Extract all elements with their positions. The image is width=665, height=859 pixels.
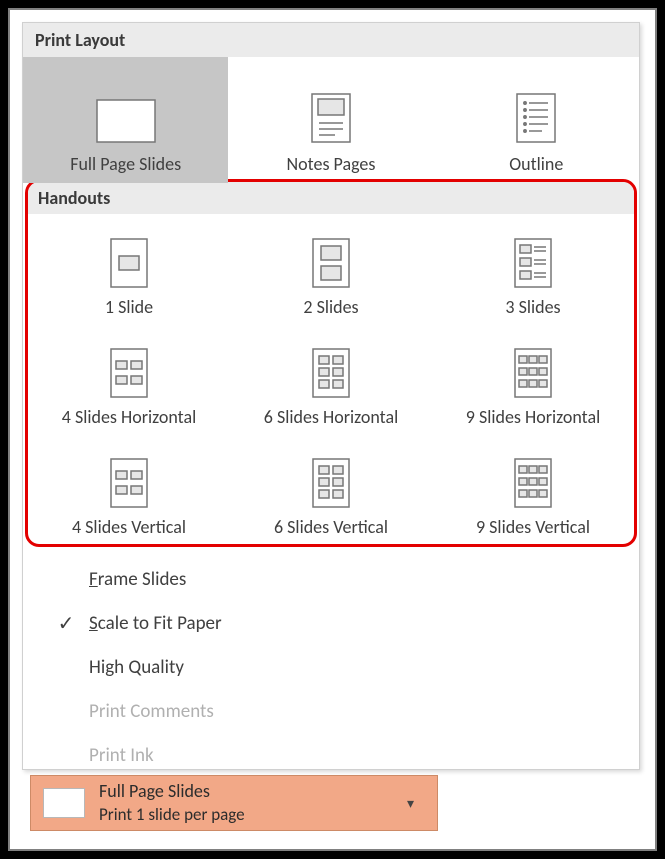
slide-thumbnail-icon	[43, 788, 85, 818]
handout-label: 2 Slides	[303, 296, 358, 318]
section-header-print-layout: Print Layout	[23, 23, 639, 57]
layout-option-notes-pages[interactable]: Notes Pages	[228, 57, 433, 183]
menu-item-high-quality[interactable]: High Quality	[23, 645, 639, 689]
dropdown-text: Full Page Slides Print 1 slide per page	[99, 780, 407, 825]
menu-item-label: Print Comments	[89, 700, 214, 723]
menu-item-label: Scale to Fit Paper	[89, 612, 222, 635]
handout-4v-icon	[110, 458, 148, 508]
app-frame: Print Layout Full Page Slides Notes Page…	[8, 8, 657, 851]
handout-label: 4 Slides Vertical	[72, 516, 186, 538]
handout-option-9-vertical[interactable]: 9 Slides Vertical	[432, 434, 634, 544]
dropdown-title: Full Page Slides	[99, 780, 407, 803]
print-layout-menu: Print Layout Full Page Slides Notes Page…	[22, 22, 640, 770]
print-layout-dropdown[interactable]: Full Page Slides Print 1 slide per page …	[30, 775, 438, 831]
layout-label: Outline	[509, 153, 563, 175]
handout-label: 3 Slides	[505, 296, 560, 318]
handout-3-icon	[514, 238, 552, 288]
section-header-handouts: Handouts	[28, 182, 634, 214]
handout-2-icon	[312, 238, 350, 288]
full-page-slide-icon	[96, 99, 156, 143]
menu-item-label: Print Ink	[89, 744, 154, 767]
handout-9h-icon	[514, 348, 552, 398]
handout-4h-icon	[110, 348, 148, 398]
handout-1-icon	[110, 238, 148, 288]
menu-item-print-ink: Print Ink	[23, 733, 639, 777]
menu-item-frame-slides[interactable]: Frame Slides	[23, 557, 639, 601]
handout-label: 9 Slides Vertical	[476, 516, 590, 538]
handouts-grid: 1 Slide 2 Slides	[28, 214, 634, 544]
handout-option-6-horizontal[interactable]: 6 Slides Horizontal	[230, 324, 432, 434]
layout-label: Notes Pages	[287, 153, 376, 175]
handouts-section-highlight: Handouts 1 Slide 2 Slides	[25, 179, 637, 547]
menu-item-scale-to-fit[interactable]: ✓ Scale to Fit Paper	[23, 601, 639, 645]
menu-item-label: Frame Slides	[89, 568, 186, 591]
handout-label: 6 Slides Horizontal	[264, 406, 398, 428]
handout-option-1-slide[interactable]: 1 Slide	[28, 214, 230, 324]
menu-item-label: High Quality	[89, 656, 184, 679]
handout-6v-icon	[312, 458, 350, 508]
handout-label: 9 Slides Horizontal	[466, 406, 600, 428]
layout-option-outline[interactable]: Outline	[434, 57, 639, 183]
handout-option-4-vertical[interactable]: 4 Slides Vertical	[28, 434, 230, 544]
handout-option-9-horizontal[interactable]: 9 Slides Horizontal	[432, 324, 634, 434]
handout-option-6-vertical[interactable]: 6 Slides Vertical	[230, 434, 432, 544]
chevron-down-icon: ▾	[407, 795, 437, 812]
handout-6h-icon	[312, 348, 350, 398]
handout-option-3-slides[interactable]: 3 Slides	[432, 214, 634, 324]
check-icon: ✓	[43, 611, 89, 636]
print-options-list: Frame Slides ✓ Scale to Fit Paper High Q…	[23, 549, 639, 781]
print-layout-row: Full Page Slides Notes Pages	[23, 57, 639, 183]
handout-option-2-slides[interactable]: 2 Slides	[230, 214, 432, 324]
handout-label: 4 Slides Horizontal	[62, 406, 196, 428]
notes-pages-icon	[311, 93, 351, 143]
dropdown-subtitle: Print 1 slide per page	[99, 804, 407, 826]
layout-label: Full Page Slides	[70, 153, 181, 175]
handout-label: 6 Slides Vertical	[274, 516, 388, 538]
layout-option-full-page[interactable]: Full Page Slides	[23, 57, 228, 183]
handout-option-4-horizontal[interactable]: 4 Slides Horizontal	[28, 324, 230, 434]
outline-icon	[516, 93, 556, 143]
handout-9v-icon	[514, 458, 552, 508]
menu-item-print-comments: Print Comments	[23, 689, 639, 733]
handout-label: 1 Slide	[105, 296, 153, 318]
